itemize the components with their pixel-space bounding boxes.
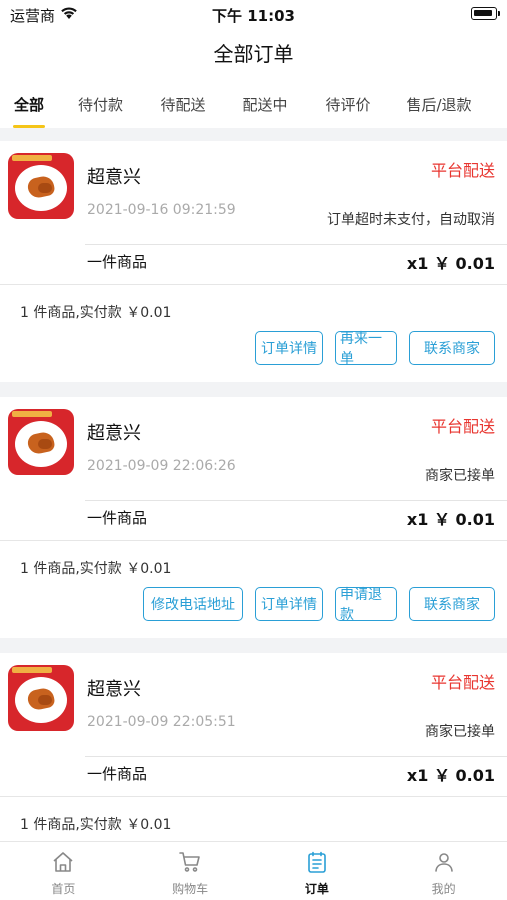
- divider: [0, 540, 507, 541]
- shop-logo-band: [12, 667, 52, 673]
- contact-merchant-button[interactable]: 联系商家: [409, 587, 495, 621]
- order-status: 商家已接单: [425, 724, 495, 740]
- reorder-button[interactable]: 再来一单: [335, 331, 397, 367]
- order-summary: 1 件商品,实付款 ￥0.01: [20, 305, 172, 321]
- order-time: 2021-09-09 22:06:26: [87, 458, 236, 474]
- page-header: 全部订单: [0, 28, 507, 76]
- refund-request-button[interactable]: 申请退款: [335, 587, 397, 623]
- nav-home[interactable]: 首页: [0, 842, 127, 900]
- shop-name: 超意兴: [87, 679, 141, 700]
- shop-thumbnail: [8, 153, 74, 219]
- home-icon: [51, 850, 75, 874]
- shop-logo-band: [12, 411, 52, 417]
- nav-cart[interactable]: 购物车: [127, 842, 254, 900]
- order-detail-button[interactable]: 订单详情: [255, 587, 323, 621]
- order-time: 2021-09-09 22:05:51: [87, 714, 236, 730]
- goods-price: x1 ￥ 0.01: [406, 510, 495, 529]
- tab-active-indicator: [13, 125, 45, 128]
- goods-price: x1 ￥ 0.01: [406, 766, 495, 785]
- user-icon: [432, 850, 456, 874]
- order-status: 商家已接单: [425, 468, 495, 484]
- order-actions: 订单详情 再来一单 联系商家: [255, 331, 495, 367]
- nav-profile[interactable]: 我的: [380, 842, 507, 900]
- tab-after-sales[interactable]: 售后/退款: [389, 76, 489, 128]
- delivery-type: 平台配送: [430, 673, 495, 692]
- clock: 下午 11:03: [212, 7, 295, 25]
- order-tabs: 全部 待付款 待配送 配送中 待评价 售后/退款: [0, 76, 507, 128]
- app-root: 运营商 下午 11:03 全部订单 全部 待付款 待配送 配送中 待评价 售后/…: [0, 0, 507, 900]
- goods-label: 一件商品: [87, 509, 148, 527]
- divider: [85, 756, 507, 757]
- shop-thumbnail: [8, 665, 74, 731]
- nav-orders[interactable]: 订单: [254, 842, 381, 900]
- tab-label: 配送中: [242, 95, 288, 114]
- contact-merchant-button[interactable]: 联系商家: [409, 331, 495, 365]
- bottom-nav: 首页 购物车 订单 我的: [0, 841, 507, 900]
- tab-label: 待付款: [77, 95, 123, 114]
- nav-label: 购物车: [172, 882, 209, 896]
- order-status: 订单超时未支付，自动取消: [327, 212, 495, 228]
- tab-label: 待配送: [160, 95, 206, 114]
- tab-delivering[interactable]: 配送中: [223, 76, 307, 128]
- delivery-type: 平台配送: [430, 417, 495, 436]
- divider: [0, 284, 507, 285]
- tab-all[interactable]: 全部: [0, 76, 58, 128]
- nav-label: 订单: [304, 882, 329, 896]
- shop-name: 超意兴: [87, 423, 141, 444]
- goods-label: 一件商品: [87, 765, 148, 783]
- divider: [85, 244, 507, 245]
- edit-phone-address-button[interactable]: 修改电话地址: [143, 587, 243, 621]
- shop-name: 超意兴: [87, 167, 141, 188]
- tab-pending-delivery[interactable]: 待配送: [143, 76, 223, 128]
- order-summary: 1 件商品,实付款 ￥0.01: [20, 561, 172, 577]
- tab-pending-review[interactable]: 待评价: [307, 76, 389, 128]
- cart-icon: [178, 850, 202, 874]
- nav-label: 我的: [431, 882, 456, 896]
- tab-pending-payment[interactable]: 待付款: [58, 76, 143, 128]
- order-time: 2021-09-16 09:21:59: [87, 202, 236, 218]
- goods-label: 一件商品: [87, 253, 148, 271]
- order-card[interactable]: 超意兴 平台配送 2021-09-16 09:21:59 订单超时未支付，自动取…: [0, 141, 507, 382]
- divider: [0, 796, 507, 797]
- battery-icon: [471, 7, 500, 20]
- status-bar: 运营商 下午 11:03: [0, 0, 507, 28]
- shop-thumbnail: [8, 409, 74, 475]
- delivery-type: 平台配送: [430, 161, 495, 180]
- order-summary: 1 件商品,实付款 ￥0.01: [20, 817, 172, 833]
- order-icon: [305, 850, 329, 874]
- food-graphic: [38, 695, 52, 705]
- page-title: 全部订单: [213, 42, 294, 66]
- tab-label: 全部: [13, 95, 44, 114]
- food-graphic: [38, 439, 52, 449]
- nav-label: 首页: [51, 882, 76, 896]
- order-actions: 修改电话地址 订单详情 申请退款 联系商家: [143, 587, 495, 623]
- tab-label: 待评价: [325, 95, 371, 114]
- shop-logo-band: [12, 155, 52, 161]
- goods-price: x1 ￥ 0.01: [406, 254, 495, 273]
- order-detail-button[interactable]: 订单详情: [255, 331, 323, 365]
- tab-label: 售后/退款: [406, 95, 472, 114]
- food-graphic: [38, 183, 52, 193]
- order-card[interactable]: 超意兴 平台配送 2021-09-09 22:06:26 商家已接单 一件商品 …: [0, 397, 507, 638]
- divider: [85, 500, 507, 501]
